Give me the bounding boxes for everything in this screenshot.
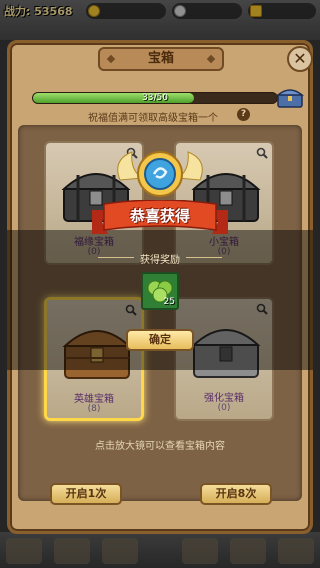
help-icon[interactable]: ? xyxy=(237,108,250,121)
close-button[interactable]: ✕ xyxy=(287,46,313,72)
reward-item-slot[interactable]: 25 xyxy=(141,272,179,310)
progress-text: 33/50 xyxy=(142,93,168,103)
chest-name: 英雄宝箱 xyxy=(74,394,114,405)
chest-name: 强化宝箱 xyxy=(204,393,244,404)
reward-label: 获得奖励 xyxy=(140,255,180,266)
reward-quantity: 25 xyxy=(163,297,175,307)
blessing-hint: 祝福值满可领取高级宝箱一个 xyxy=(88,113,218,124)
chest-count: (8) xyxy=(87,404,101,414)
open-eight-button[interactable]: 开启8次 xyxy=(200,483,272,505)
magnifier-hint: 点击放大镜可以查看宝箱内容 xyxy=(95,441,225,452)
panel-title: 宝箱 xyxy=(98,47,224,71)
divider-right xyxy=(186,257,222,258)
confirm-button[interactable]: 确定 xyxy=(126,329,194,351)
blessing-progress-bar: 33/50 xyxy=(32,92,278,104)
chest-count: (0) xyxy=(217,403,231,413)
reward-title: 恭喜获得 xyxy=(129,207,190,225)
magnifier-icon[interactable] xyxy=(256,147,268,159)
open-once-button[interactable]: 开启1次 xyxy=(50,483,122,505)
premium-chest-icon[interactable] xyxy=(276,85,304,109)
